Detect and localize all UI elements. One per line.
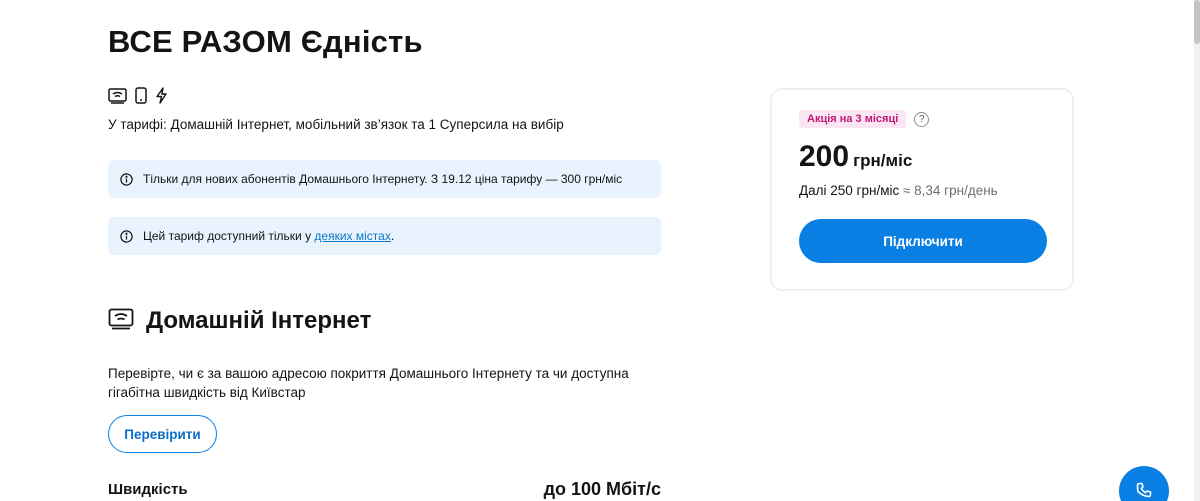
phone-icon	[1136, 482, 1152, 501]
home-internet-icon	[108, 87, 127, 104]
page-title: ВСЕ РАЗОМ Єдність	[108, 24, 423, 59]
notice-availability: Цей тариф доступний тільки у деяких міст…	[108, 217, 661, 255]
lightning-icon	[155, 87, 168, 104]
coverage-description: Перевірте, чи є за вашою адресою покритт…	[108, 366, 629, 400]
notice-text: Цей тариф доступний тільки у деяких міст…	[143, 229, 394, 243]
price-unit: грн/міс	[853, 151, 913, 170]
promo-row: Акція на 3 місяці ?	[799, 110, 930, 128]
price-later: Далі 250 грн/міс ≈ 8,34 грн/день	[799, 183, 998, 198]
tariff-description: У тарифі: Домашній Інтернет, мобільний з…	[108, 117, 564, 132]
mobile-phone-icon	[135, 87, 147, 104]
cities-link[interactable]: деяких містах	[314, 229, 390, 243]
promo-badge: Акція на 3 місяці	[799, 110, 907, 128]
availability-suffix: .	[390, 229, 395, 243]
connect-button[interactable]: Підключити	[799, 219, 1047, 263]
notice-text: Тільки для нових абонентів Домашнього Ін…	[143, 172, 623, 186]
scrollbar[interactable]	[1194, 0, 1200, 501]
price-amount: 200	[799, 140, 850, 173]
later-price: Далі 250 грн/міс	[799, 183, 900, 198]
home-internet-icon	[108, 308, 134, 335]
notice-new-subscribers: Тільки для нових абонентів Домашнього Ін…	[108, 160, 661, 198]
section-heading: Домашній Інтернет	[146, 307, 372, 334]
tariff-feature-icons	[108, 87, 168, 104]
per-day-price: ≈ 8,34 грн/день	[903, 183, 998, 198]
price-main: 200 грн/міс	[799, 140, 912, 174]
help-icon[interactable]: ?	[914, 111, 930, 127]
speed-value: до 100 Мбіт/с	[543, 479, 661, 499]
info-icon	[120, 229, 133, 243]
call-button[interactable]	[1119, 466, 1169, 501]
availability-prefix: Цей тариф доступний тільки у	[143, 229, 315, 243]
check-coverage-button[interactable]: Перевірити	[108, 415, 217, 453]
tariff-page: ВСЕ РАЗОМ Єдність У тарифі: Домашній Інт…	[0, 0, 1200, 501]
price-card: Акція на 3 місяці ? 200 грн/міс Далі 250…	[770, 88, 1074, 291]
home-internet-section-header: Домашній Інтернет	[108, 307, 371, 335]
scrollbar-thumb[interactable]	[1194, 0, 1200, 44]
speed-label: Швидкість	[108, 481, 188, 498]
info-icon	[120, 172, 133, 186]
